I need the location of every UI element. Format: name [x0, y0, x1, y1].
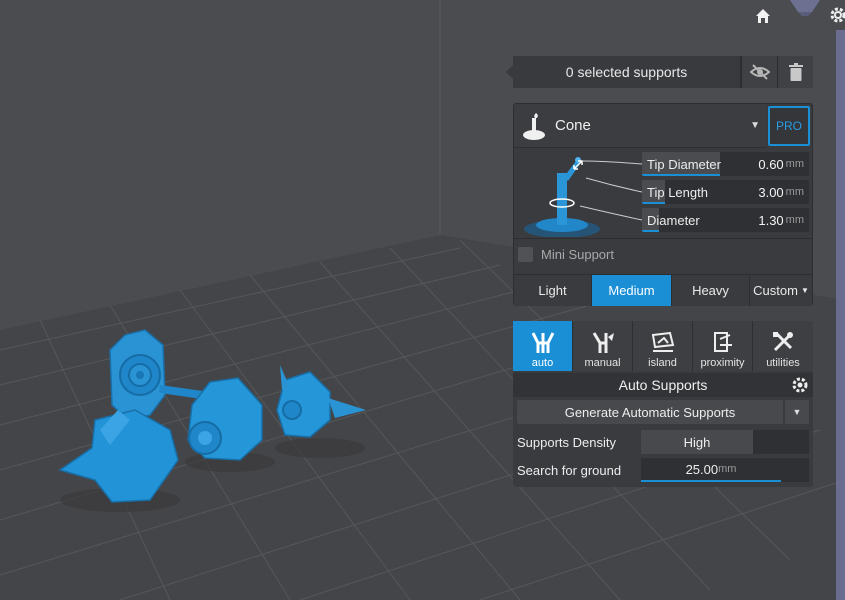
selected-supports-count: 0 selected supports [513, 56, 741, 88]
search-for-ground-label: Search for ground [517, 462, 622, 478]
generate-supports-control: Generate Automatic Supports ▼ [517, 400, 809, 424]
tab-manual[interactable]: manual [573, 321, 633, 371]
tab-auto[interactable]: auto [513, 321, 573, 371]
pro-button[interactable]: PRO [768, 106, 810, 146]
eye-off-icon [749, 64, 770, 80]
tip-diameter-field[interactable]: Tip Diameter 0.60 mm [642, 152, 809, 176]
supports-density-select[interactable]: High [641, 430, 753, 454]
chevron-down-icon: ▼ [750, 120, 760, 131]
auto-supports-header: Auto Supports [513, 373, 813, 397]
auto-supports-icon [531, 332, 554, 353]
density-medium-button[interactable]: Medium [592, 275, 672, 306]
manual-supports-icon [592, 332, 614, 353]
chevron-down-icon: ▼ [792, 407, 802, 417]
density-custom-dropdown[interactable]: Custom ▼ [750, 275, 812, 306]
gear-icon[interactable] [830, 7, 845, 23]
density-selector: Light Medium Heavy Custom ▼ [514, 274, 812, 306]
density-heavy-button[interactable]: Heavy [672, 275, 750, 306]
generate-options-dropdown[interactable]: ▼ [785, 400, 809, 424]
tab-utilities[interactable]: utilities [753, 321, 813, 371]
supports-density-row: Supports Density High [517, 430, 809, 454]
cone-support-icon [523, 112, 545, 140]
home-icon[interactable] [754, 7, 772, 25]
island-icon [651, 331, 674, 352]
density-light-button[interactable]: Light [514, 275, 592, 306]
selected-supports-bar: 0 selected supports [506, 56, 813, 88]
support-tool-tabs: auto manual island proximity utilities [513, 321, 813, 371]
support-type-dropdown[interactable]: Cone ▼ [514, 104, 766, 148]
utilities-icon [773, 332, 793, 352]
search-for-ground-row: Search for ground 25.00 mm [517, 458, 809, 482]
scrollbar[interactable] [836, 30, 845, 600]
support-type-label: Cone [555, 117, 591, 134]
mini-support-checkbox[interactable] [518, 247, 533, 262]
view-cube[interactable] [790, 0, 820, 16]
generate-automatic-supports-button[interactable]: Generate Automatic Supports [517, 400, 783, 424]
tab-proximity[interactable]: proximity [693, 321, 753, 371]
support-tools-panel: auto manual island proximity utilities A… [513, 321, 813, 487]
hide-supports-button[interactable] [741, 56, 777, 88]
tip-length-field[interactable]: Tip Length 3.00 mm [642, 180, 809, 204]
tab-island[interactable]: island [633, 321, 693, 371]
chevron-down-icon: ▼ [800, 286, 809, 295]
trash-icon [788, 63, 803, 81]
diameter-field[interactable]: Diameter 1.30 mm [642, 208, 809, 232]
panel-title: Auto Supports [618, 377, 708, 393]
search-for-ground-input[interactable]: 25.00 mm [641, 458, 781, 482]
mini-support-toggle[interactable]: Mini Support [514, 238, 812, 270]
settings-gear-icon[interactable] [791, 376, 809, 394]
delete-supports-button[interactable] [777, 56, 813, 88]
supports-density-label: Supports Density [517, 434, 616, 450]
proximity-icon [713, 332, 732, 352]
support-settings-panel: Cone ▼ PRO Tip Diameter 0.60 mm Tip Leng… [513, 103, 813, 306]
